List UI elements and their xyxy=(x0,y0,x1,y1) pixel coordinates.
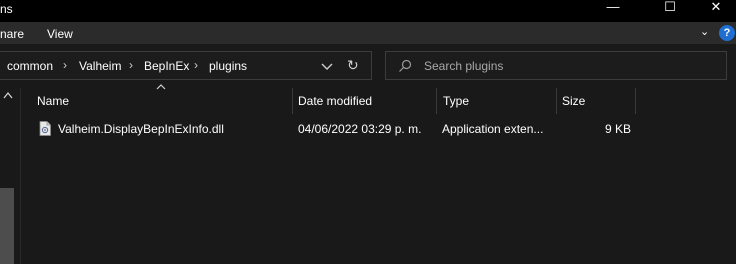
column-divider[interactable] xyxy=(635,88,636,114)
column-header-type[interactable]: Type xyxy=(443,88,469,114)
column-header-size[interactable]: Size xyxy=(562,88,585,114)
title-bar: ns — ☐ ✕ xyxy=(0,0,736,22)
search-icon xyxy=(399,59,412,72)
file-type: Application exten... xyxy=(442,122,544,136)
help-icon[interactable]: ? xyxy=(719,25,735,41)
column-divider[interactable] xyxy=(436,88,437,114)
scroll-up-icon[interactable] xyxy=(3,91,13,99)
close-button[interactable]: ✕ xyxy=(701,0,731,14)
column-divider[interactable] xyxy=(292,88,293,114)
address-bar[interactable]: common › Valheim › BepInEx › plugins ↻ xyxy=(0,51,372,80)
maximize-button[interactable]: ☐ xyxy=(655,0,685,14)
ribbon-menu-bar: nare View ⌄ xyxy=(0,22,736,44)
menu-view[interactable]: View xyxy=(47,27,73,41)
ribbon-collapse-icon[interactable]: ⌄ xyxy=(700,25,709,38)
refresh-icon[interactable]: ↻ xyxy=(347,57,359,74)
navigation-pane[interactable] xyxy=(0,88,20,264)
breadcrumb-separator-icon[interactable]: › xyxy=(194,58,198,72)
menu-share[interactable]: nare xyxy=(0,27,24,41)
file-name[interactable]: Valheim.DisplayBepInExInfo.dll xyxy=(58,122,224,136)
column-header-date-modified[interactable]: Date modified xyxy=(298,88,372,114)
file-row[interactable]: Valheim.DisplayBepInExInfo.dll 04/06/202… xyxy=(28,117,636,141)
file-size: 9 KB xyxy=(605,122,632,136)
breadcrumb-common[interactable]: common xyxy=(7,59,53,73)
search-input[interactable] xyxy=(424,56,714,75)
search-box[interactable] xyxy=(385,51,727,80)
pane-divider xyxy=(20,88,21,264)
column-header-name[interactable]: Name xyxy=(37,88,69,114)
window-title: ns xyxy=(0,2,13,16)
address-row: common › Valheim › BepInEx › plugins ↻ xyxy=(0,44,736,88)
address-dropdown-icon[interactable] xyxy=(319,59,335,73)
navigation-scrollbar[interactable] xyxy=(0,188,14,264)
minimize-button[interactable]: — xyxy=(598,0,628,14)
breadcrumb-valheim[interactable]: Valheim xyxy=(79,59,121,73)
breadcrumb-plugins[interactable]: plugins xyxy=(209,59,247,73)
breadcrumb-separator-icon[interactable]: › xyxy=(63,58,67,72)
dll-file-icon xyxy=(39,121,51,136)
file-date-modified: 04/06/2022 03:29 p. m. xyxy=(298,122,422,136)
column-divider[interactable] xyxy=(556,88,557,114)
sort-ascending-icon xyxy=(156,82,166,93)
breadcrumb-bepinex[interactable]: BepInEx xyxy=(144,59,189,73)
breadcrumb-separator-icon[interactable]: › xyxy=(129,58,133,72)
